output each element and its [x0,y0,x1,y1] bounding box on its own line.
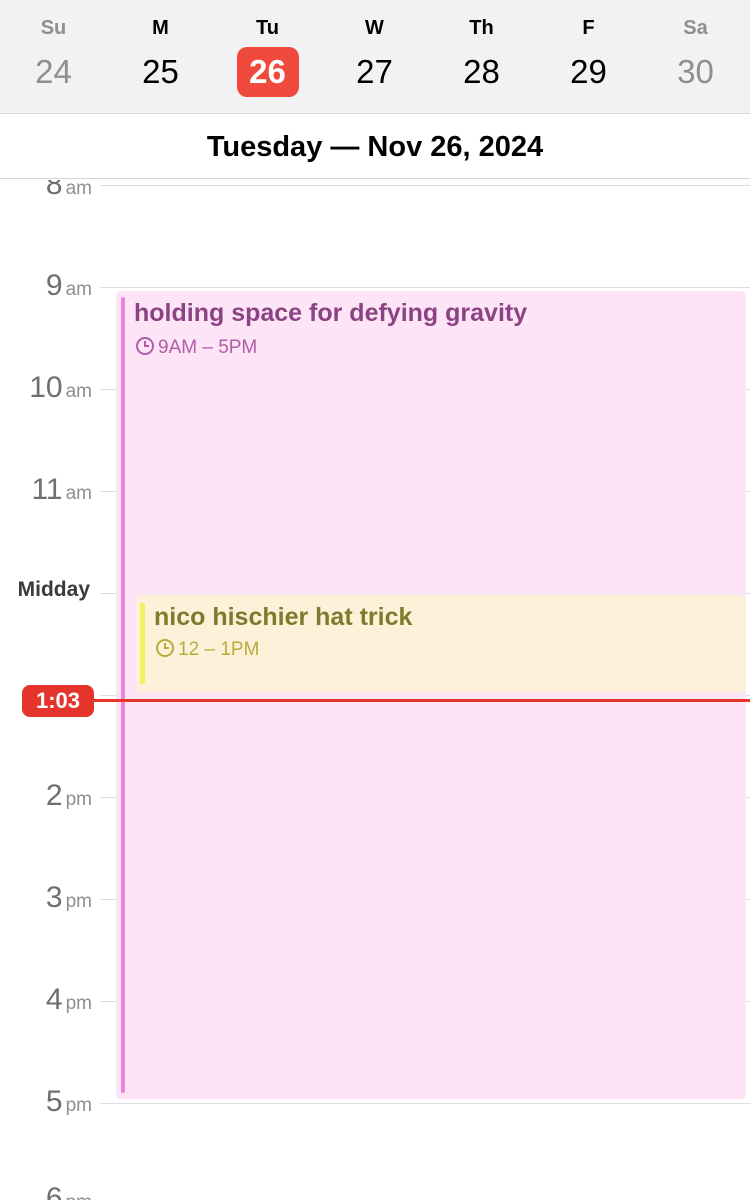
hour-label-4pm: 4 pm [0,983,92,1017]
hour-number: 9 [45,269,63,302]
event-time: 12 – 1PM [156,639,259,661]
hour-number: 5 [45,1085,63,1118]
clock-icon [136,337,154,355]
hour-number: 3 [45,881,63,914]
hour-line-5pm [100,1103,750,1104]
event-time-text: 9AM – 5PM [158,337,258,358]
hour-label-11am: 11 am [0,473,92,507]
hour-number: 4 [45,983,63,1016]
hour-label-5pm: 5 pm [0,1085,92,1119]
event-title: nico hischier hat trick [154,603,413,631]
current-time-line [92,699,750,702]
hour-suffix: pm [66,1192,92,1200]
today-day-number: 26 [236,47,299,97]
day-of-week-label: Sa [683,17,708,39]
event-nico-hischier[interactable]: nico hischier hat trick 12 – 1PM [136,595,746,692]
hour-label-9am: 9 am [0,269,92,303]
day-of-week-label: Th [469,17,494,39]
day-of-week-label: F [582,17,595,39]
event-color-bar [140,603,145,684]
current-time-badge: 1:03 [22,685,94,717]
hour-suffix: am [65,180,92,199]
event-time: 9AM – 5PM [136,337,257,359]
hour-suffix: am [65,483,92,504]
clock-icon [156,639,174,657]
day-timeline[interactable]: 8 am 9 am 10 am 11 am Midday 2 pm 3 pm 4 pm 5 pm… [0,180,750,1200]
day-number: 28 [463,53,500,90]
hour-number: 10 [29,371,63,404]
day-number: 27 [356,53,393,90]
day-number: 29 [570,53,607,90]
hour-label-3pm: 3 pm [0,881,92,915]
day-tuesday-selected[interactable]: Tu 26 [214,0,321,114]
hour-number: 8 [45,180,63,201]
day-number: 30 [677,53,714,90]
hour-suffix: am [65,381,92,402]
event-title: holding space for defying gravity [134,299,528,327]
day-monday[interactable]: M 25 [107,0,214,114]
day-of-week-label: Su [40,17,67,39]
hour-line-9am [100,287,750,288]
hour-label-2pm: 2 pm [0,779,92,813]
day-number: 25 [142,53,179,90]
event-color-bar [121,297,125,1093]
hour-line-8am [100,185,750,186]
hour-suffix: pm [65,789,92,810]
hour-suffix: pm [65,891,92,912]
week-strip: Su 24 M 25 Tu 26 W 27 Th 28 F 29 Sa 30 [0,0,750,114]
day-of-week-label: M [152,17,169,39]
selected-date-title: Tuesday — Nov 26, 2024 [0,115,750,179]
day-number: 24 [35,53,72,90]
hour-number: 2 [45,779,63,812]
day-friday[interactable]: F 29 [535,0,642,114]
hour-number: 6 [45,1182,63,1200]
hour-suffix: pm [65,993,92,1014]
day-sunday[interactable]: Su 24 [0,0,107,114]
hour-label-6pm: 6pm [0,1182,92,1200]
hour-label-midday: Midday [17,578,90,601]
day-thursday[interactable]: Th 28 [428,0,535,114]
hour-suffix: am [65,279,92,300]
day-saturday[interactable]: Sa 30 [642,0,749,114]
hour-number: 11 [31,473,63,506]
day-of-week-label: Tu [256,17,279,39]
day-wednesday[interactable]: W 27 [321,0,428,114]
day-of-week-label: W [365,17,384,39]
event-time-text: 12 – 1PM [178,639,260,660]
hour-suffix: pm [65,1095,92,1116]
hour-label-10am: 10 am [0,371,92,405]
hour-label-8am: 8 am [0,180,92,202]
event-holding-space[interactable]: holding space for defying gravity 9AM – … [116,291,746,1099]
